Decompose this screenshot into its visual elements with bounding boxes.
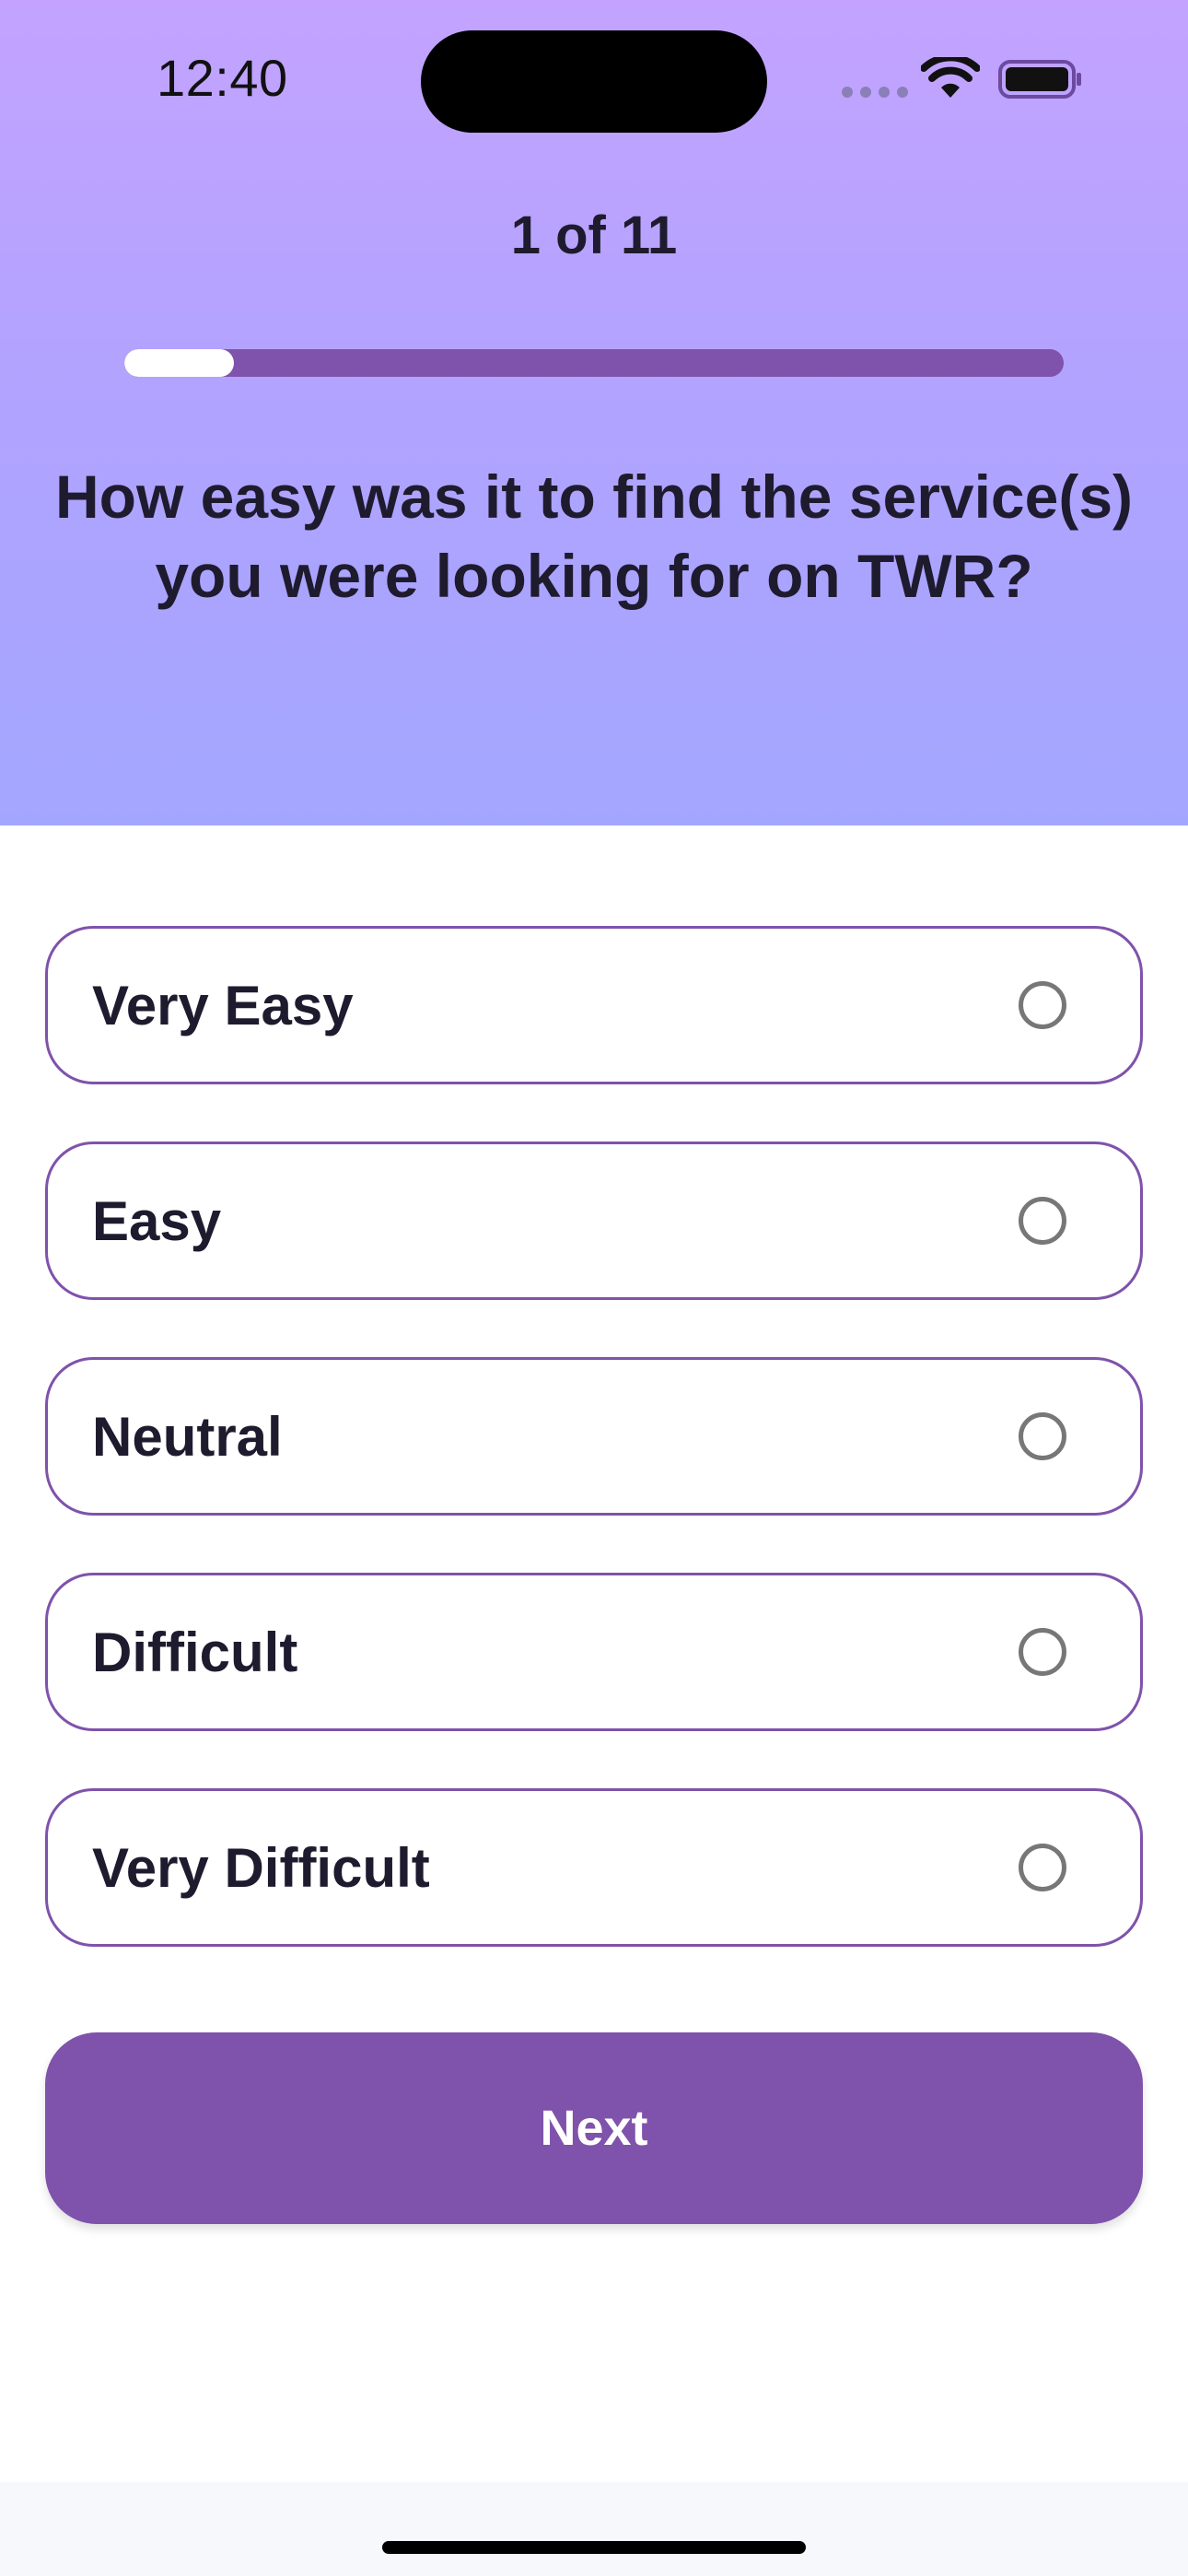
question-title: How easy was it to find the service(s) y… (54, 463, 1134, 610)
home-indicator[interactable] (382, 2541, 806, 2554)
option-label: Difficult (92, 1621, 298, 1683)
radio-circle-icon[interactable] (1019, 1844, 1066, 1891)
radio-circle-icon[interactable] (1019, 981, 1066, 1029)
status-time: 12:40 (157, 49, 288, 107)
survey-screen: 12:40 1 of 11 How easy was it to find th… (0, 0, 1188, 2576)
option-very-easy[interactable]: Very Easy (45, 926, 1143, 1084)
option-label: Very Easy (92, 974, 354, 1036)
option-very-difficult[interactable]: Very Difficult (45, 1788, 1143, 1947)
radio-circle-icon[interactable] (1019, 1412, 1066, 1460)
wifi-icon (921, 57, 980, 98)
dynamic-island (421, 30, 767, 133)
option-easy[interactable]: Easy (45, 1142, 1143, 1300)
next-button[interactable]: Next (45, 2032, 1143, 2224)
option-label: Very Difficult (92, 1836, 430, 1899)
next-button-label: Next (540, 2101, 648, 2156)
radio-circle-icon[interactable] (1019, 1628, 1066, 1676)
option-label: Easy (92, 1189, 222, 1252)
progress-label: 1 of 11 (510, 205, 678, 265)
progress-bar-fill (124, 349, 235, 377)
option-neutral[interactable]: Neutral (45, 1357, 1143, 1516)
option-difficult[interactable]: Difficult (45, 1573, 1143, 1731)
signal-dots-icon (842, 87, 908, 98)
radio-circle-icon[interactable] (1019, 1197, 1066, 1245)
battery-icon (998, 60, 1081, 99)
bottom-safe-area (0, 2482, 1188, 2576)
option-label: Neutral (92, 1405, 283, 1468)
progress-bar (124, 349, 1064, 377)
